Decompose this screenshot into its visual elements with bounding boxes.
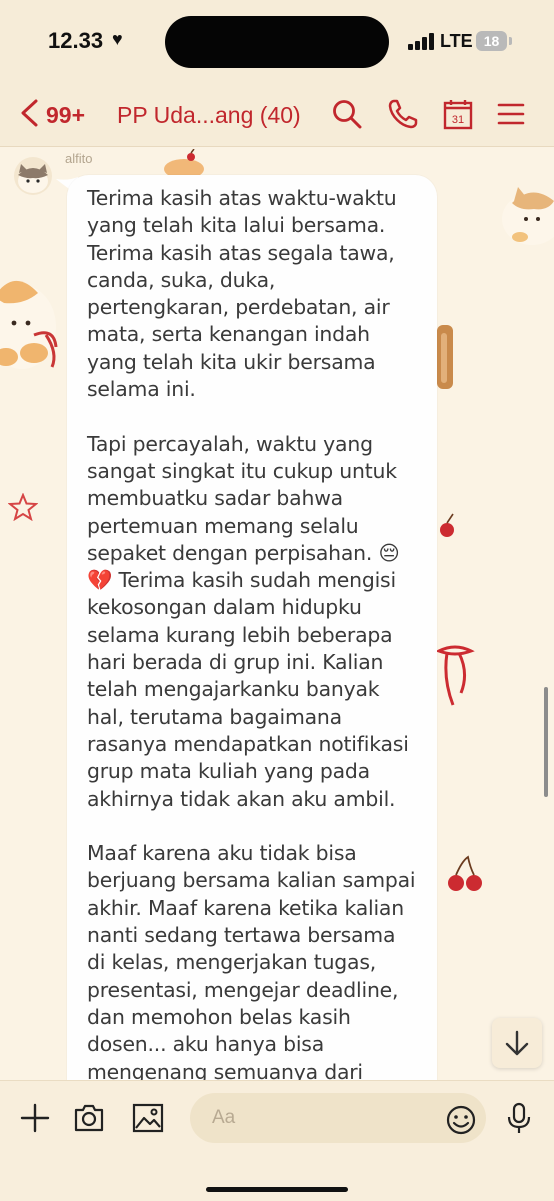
message-bubble[interactable]: Terima kasih atas waktu-waktu yang telah…: [67, 175, 437, 1080]
cat-sticker-icon: [502, 187, 554, 245]
battery-tip: [509, 37, 512, 45]
cake-icon: [164, 149, 204, 175]
avatar[interactable]: [14, 157, 52, 195]
scroll-to-bottom-button[interactable]: [492, 1018, 542, 1068]
heart-icon: ♥: [112, 29, 123, 49]
chat-title[interactable]: PP Uda...ang (40): [117, 102, 301, 129]
emoji-icon[interactable]: [444, 1103, 478, 1137]
bread-icon: [437, 325, 453, 389]
input-bar: [0, 1080, 554, 1201]
status-bar: 12.33 ♥ LTE 18: [0, 0, 554, 84]
unread-count[interactable]: 99+: [46, 102, 85, 129]
chat-area[interactable]: alfito Terima kasih atas waktu-waktu yan…: [0, 147, 554, 1080]
plus-icon[interactable]: [18, 1101, 52, 1135]
scrollbar[interactable]: [544, 687, 548, 797]
cherry-icon: [448, 855, 482, 891]
network-type: LTE: [440, 31, 473, 51]
microphone-icon[interactable]: [502, 1101, 536, 1135]
arrow-down-icon: [505, 1030, 529, 1056]
chevron-left-icon[interactable]: [18, 98, 44, 128]
message-input[interactable]: [190, 1093, 486, 1143]
star-icon: [8, 493, 38, 521]
cherry-icon: [440, 513, 454, 537]
signal-icon: [408, 32, 436, 50]
camera-icon[interactable]: [72, 1101, 106, 1135]
battery-icon: 18: [476, 31, 507, 51]
cat-avatar-icon: [18, 164, 48, 193]
dynamic-island: [165, 16, 389, 68]
menu-icon[interactable]: [495, 98, 527, 130]
sender-name: alfito: [65, 151, 93, 166]
calendar-day: 31: [452, 114, 464, 126]
message-text: Terima kasih atas waktu-waktu yang telah…: [87, 186, 416, 1080]
phone-icon[interactable]: [387, 98, 419, 130]
chat-header: 99+ PP Uda...ang (40) 31: [0, 84, 554, 147]
calendar-icon[interactable]: 31: [442, 98, 474, 130]
home-indicator[interactable]: [206, 1187, 348, 1192]
ribbon-icon: [437, 645, 475, 706]
cat-sticker-icon: [0, 281, 58, 369]
status-time: 12.33: [48, 28, 104, 53]
search-icon[interactable]: [331, 98, 363, 130]
image-icon[interactable]: [131, 1101, 165, 1135]
